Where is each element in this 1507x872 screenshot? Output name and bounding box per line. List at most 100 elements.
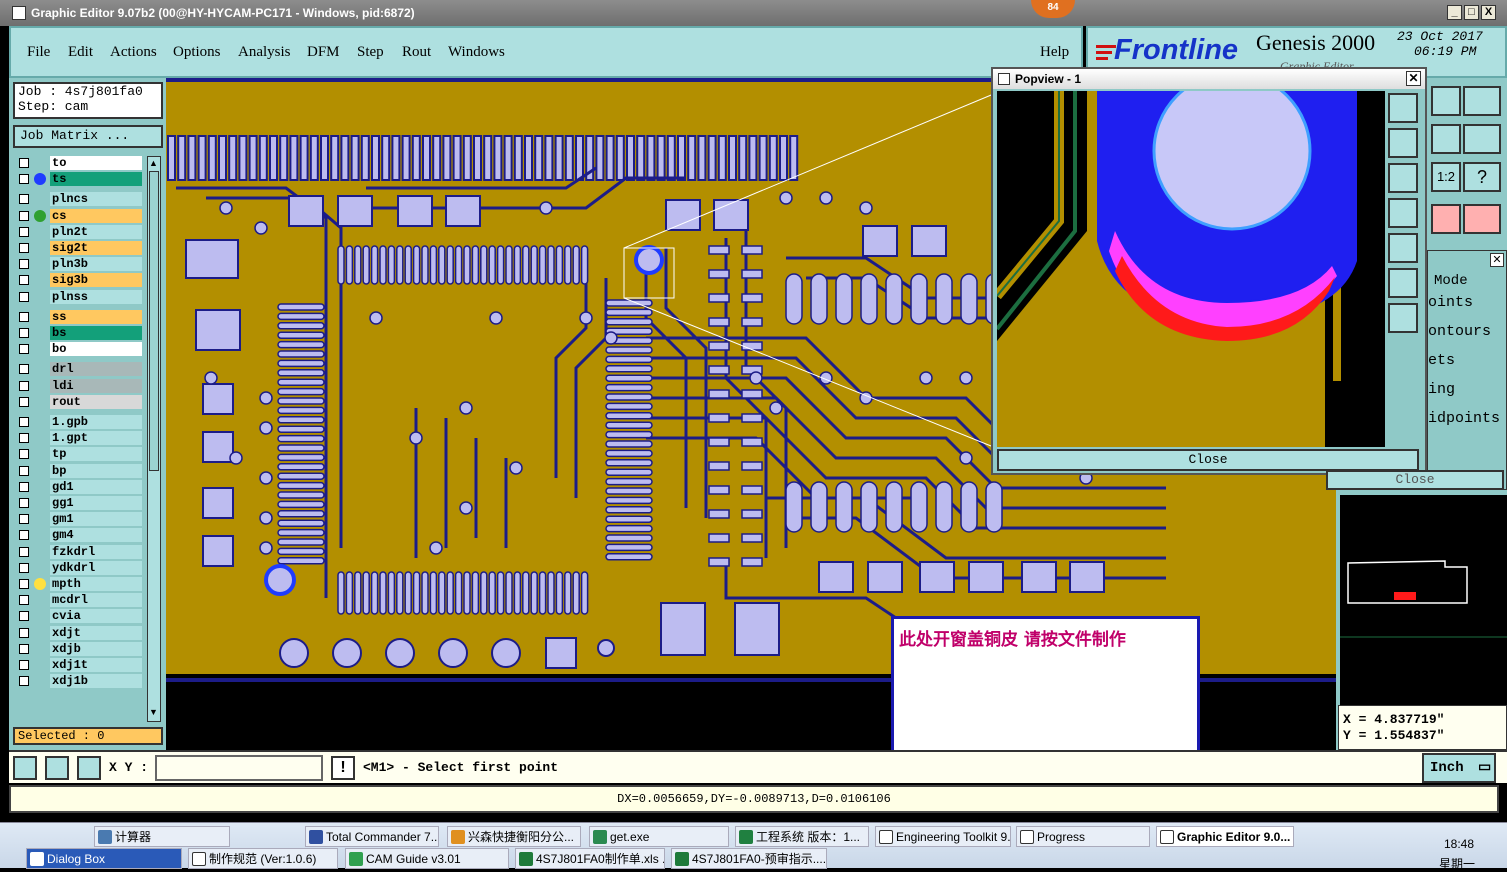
task-xingsen[interactable]: 兴森快捷衡阳分公...	[447, 826, 581, 847]
layer-checkbox[interactable]	[19, 174, 29, 185]
layer-row[interactable]: bs	[17, 326, 143, 340]
layer-checkbox[interactable]	[19, 194, 29, 205]
menu-edit[interactable]: Edit	[68, 44, 93, 61]
close-window-button[interactable]: X	[1481, 5, 1496, 20]
menu-options[interactable]: Options	[173, 44, 221, 61]
job-matrix-button[interactable]: Job Matrix ...	[13, 125, 163, 148]
layer-name[interactable]: xdj1t	[50, 658, 142, 672]
menu-step[interactable]: Step	[357, 44, 384, 61]
task-dialog-box[interactable]: Dialog Box	[26, 848, 182, 869]
layer-name[interactable]: fzkdrl	[50, 544, 142, 559]
clock-day[interactable]: 星期一	[1439, 855, 1475, 872]
snap-midpoints[interactable]: idpoints	[1428, 410, 1500, 427]
task-preview[interactable]: 4S7J801FA0-预审指示....	[671, 848, 827, 869]
minimize-button[interactable]: _	[1447, 5, 1462, 20]
layer-row[interactable]: ldi	[17, 378, 143, 393]
layer-row[interactable]: sig3b	[17, 273, 143, 288]
zoom-out-icon[interactable]	[1388, 303, 1418, 333]
layer-checkbox[interactable]	[19, 562, 29, 573]
layer-row[interactable]: ts	[17, 172, 143, 187]
overview-map[interactable]	[1338, 495, 1507, 705]
layer-row[interactable]: xdjt	[17, 625, 143, 640]
popview-close-icon[interactable]: ✕	[1406, 71, 1421, 86]
task-cam-guide[interactable]: CAM Guide v3.01	[345, 848, 509, 869]
popview-window[interactable]: Popview - 1 ✕ Close	[991, 67, 1427, 475]
popview-canvas[interactable]	[997, 91, 1385, 447]
layer-checkbox[interactable]	[19, 396, 29, 407]
clock-time[interactable]: 18:48	[1444, 837, 1474, 851]
alert-icon[interactable]: !	[331, 756, 355, 780]
task-total-commander[interactable]: Total Commander 7....	[305, 826, 439, 847]
xy-input[interactable]	[155, 755, 323, 781]
layer-name[interactable]: to	[50, 156, 142, 170]
layer-checkbox[interactable]	[19, 433, 29, 444]
layer-checkbox[interactable]	[19, 210, 29, 221]
menu-dfm[interactable]: DFM	[307, 44, 340, 61]
layer-name[interactable]: bo	[50, 342, 142, 357]
layer-name[interactable]: pln2t	[50, 224, 142, 239]
popview-close-button[interactable]: Close	[997, 449, 1419, 471]
measure-icon[interactable]	[45, 756, 69, 780]
layer-name[interactable]: cs	[50, 208, 142, 223]
task-spec[interactable]: 制作规范 (Ver:1.0.6)	[188, 848, 338, 869]
task-engineering-system[interactable]: 工程系统 版本：1...	[735, 826, 869, 847]
layer-name[interactable]: sig2t	[50, 241, 142, 255]
layer-row[interactable]: ydkdrl	[17, 560, 143, 575]
snap-nets[interactable]: ets	[1428, 352, 1455, 369]
home-icon[interactable]	[1431, 86, 1461, 116]
layer-row[interactable]: cvia	[17, 609, 143, 624]
zoom-fit-icon[interactable]	[1388, 93, 1418, 123]
layer-row[interactable]: gd1	[17, 479, 143, 494]
pan-left-icon[interactable]	[1388, 198, 1418, 228]
layer-scrollbar[interactable]: ▲ ▼	[147, 156, 161, 722]
layer-row[interactable]: tp	[17, 447, 143, 462]
draw-icon[interactable]	[13, 756, 37, 780]
layer-name[interactable]: ldi	[50, 378, 142, 393]
snap-ing[interactable]: ing	[1428, 381, 1455, 398]
swap-icon[interactable]	[1463, 124, 1501, 154]
layer-name[interactable]: gg1	[50, 496, 142, 510]
layer-checkbox[interactable]	[19, 380, 29, 391]
pan-down-icon[interactable]	[1388, 163, 1418, 193]
layer-row[interactable]: xdjb	[17, 641, 143, 656]
task-xls[interactable]: 4S7J801FA0制作单.xls ...	[515, 848, 665, 869]
layer-checkbox[interactable]	[19, 449, 29, 460]
scale-icon[interactable]: 1:2	[1431, 162, 1461, 192]
layer-row[interactable]: bo	[17, 342, 143, 357]
layer-checkbox[interactable]	[19, 226, 29, 237]
zoom-in-icon[interactable]	[1388, 268, 1418, 298]
layer-name[interactable]: xdj1b	[50, 674, 142, 689]
layer-checkbox[interactable]	[19, 417, 29, 427]
netlist-icon[interactable]	[1431, 204, 1461, 234]
layer-checkbox[interactable]	[19, 328, 29, 338]
task-calculator[interactable]: 计算器	[94, 826, 230, 847]
layer-row[interactable]: 1.gpt	[17, 431, 143, 446]
layer-name[interactable]: gd1	[50, 479, 142, 494]
scroll-up-icon[interactable]: ▲	[149, 158, 159, 168]
layer-row[interactable]: mpth	[17, 577, 143, 591]
layer-name[interactable]: tp	[50, 447, 142, 462]
layer-checkbox[interactable]	[19, 481, 29, 492]
layout-icon[interactable]	[1463, 86, 1501, 116]
layer-name[interactable]: pln3b	[50, 257, 142, 272]
snap-points[interactable]: oints	[1428, 294, 1473, 311]
layer-checkbox[interactable]	[19, 546, 29, 557]
pan-right-icon[interactable]	[1388, 233, 1418, 263]
layer-name[interactable]: mpth	[50, 577, 142, 591]
scroll-thumb[interactable]	[149, 171, 159, 471]
layer-row[interactable]: pln2t	[17, 224, 143, 239]
layer-checkbox[interactable]	[19, 627, 29, 638]
snap-close-button[interactable]: Close	[1326, 470, 1504, 490]
layer-checkbox[interactable]	[19, 660, 29, 670]
layer-checkbox[interactable]	[19, 311, 29, 322]
task-engineering-toolkit[interactable]: Engineering Toolkit 9...	[875, 826, 1011, 847]
maximize-button[interactable]: □	[1464, 5, 1479, 20]
layer-checkbox[interactable]	[19, 259, 29, 270]
layer-name[interactable]: xdjb	[50, 641, 142, 656]
layer-checkbox[interactable]	[19, 275, 29, 286]
layer-name[interactable]: gm4	[50, 528, 142, 543]
layer-name[interactable]: gm1	[50, 512, 142, 527]
layer-row[interactable]: drl	[17, 362, 143, 377]
snap-contours[interactable]: ontours	[1428, 323, 1491, 340]
pan-up-icon[interactable]	[1388, 128, 1418, 158]
